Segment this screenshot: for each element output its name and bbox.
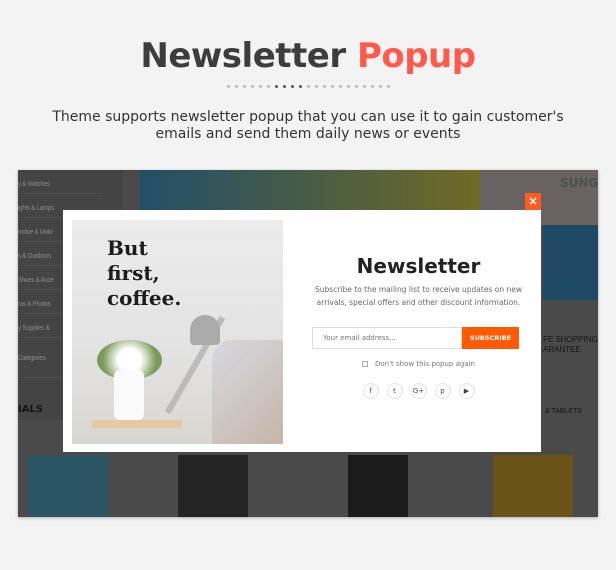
google-plus-icon[interactable]: G+	[410, 383, 427, 399]
tablets-label: & TABLETS	[545, 408, 583, 415]
safe-shopping: FE SHOPPING ARANTEE	[543, 335, 598, 354]
product-image	[493, 455, 573, 517]
deals-heading: IALS	[18, 404, 44, 415]
newsletter-popup: But first, coffee. Newsletter Subscribe to…	[63, 210, 541, 452]
subscribe-button[interactable]: SUBSCRIBE	[462, 327, 519, 349]
checkbox-icon[interactable]	[362, 361, 368, 367]
pinterest-icon[interactable]: p	[434, 383, 451, 399]
facebook-icon[interactable]: f	[362, 383, 379, 399]
page-subtitle: Theme supports newsletter popup that you…	[52, 109, 564, 142]
youtube-icon[interactable]: ▶	[458, 383, 475, 399]
page-title: Newsletter Popup	[140, 36, 476, 76]
product-image	[178, 455, 248, 517]
social-links: f t G+ p ▶	[306, 383, 531, 399]
image-quote: But first, coffee.	[107, 236, 182, 310]
close-button[interactable]: ×	[525, 193, 541, 210]
twitter-icon[interactable]: t	[386, 383, 403, 399]
email-input[interactable]	[312, 327, 462, 349]
divider-dots	[0, 85, 616, 88]
product-image	[348, 455, 408, 517]
sidebar-item: y & Watches	[18, 170, 102, 194]
phones-banner	[543, 225, 598, 300]
subscribe-form: SUBSCRIBE	[312, 327, 531, 349]
dimmed-store-overlay[interactable]: y & Watches ights & Lamps notive & Moto …	[18, 170, 598, 517]
dont-show-checkbox[interactable]: Don't show this popup again	[306, 360, 531, 368]
product-image	[28, 455, 108, 517]
coffee-image: But first, coffee.	[72, 220, 283, 444]
newsletter-title: Newsletter	[356, 254, 481, 278]
newsletter-description: Subscribe to the mailing list to receive…	[315, 285, 522, 307]
